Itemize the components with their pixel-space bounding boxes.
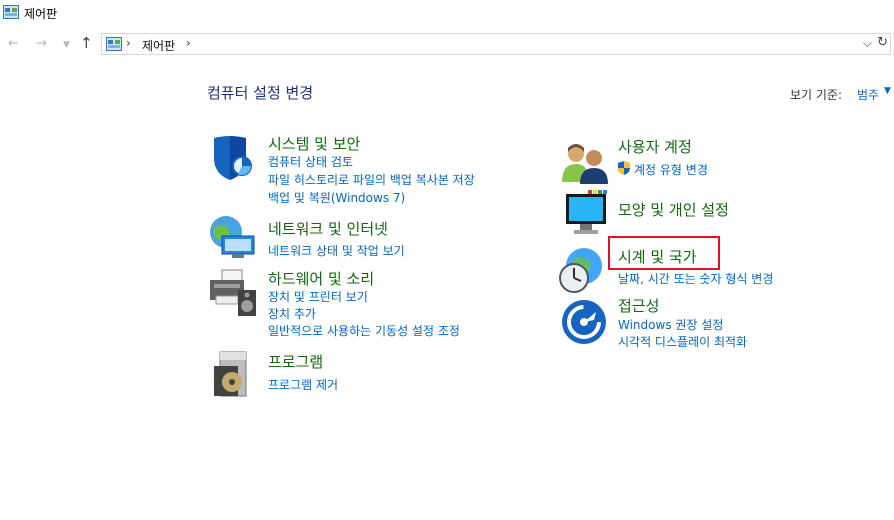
breadcrumb-item[interactable]: 제어판 [142, 37, 175, 54]
clock-globe-icon[interactable] [556, 246, 606, 296]
forward-arrow-icon[interactable]: → [36, 36, 47, 51]
link-file-history-backup[interactable]: 파일 히스토리로 파일의 백업 복사본 저장 [268, 171, 475, 188]
link-network-status[interactable]: 네트워크 상태 및 작업 보기 [268, 242, 405, 259]
view-by-dropdown[interactable]: 범주 [857, 86, 879, 103]
link-add-device[interactable]: 장치 추가 [268, 305, 316, 322]
link-mobility-settings[interactable]: 일반적으로 사용하는 기동성 설정 조정 [268, 322, 460, 339]
category-hardware-sound[interactable]: 하드웨어 및 소리 [268, 268, 374, 289]
control-panel-icon [106, 37, 122, 51]
programs-disc-icon[interactable] [208, 350, 258, 400]
link-devices-printers[interactable]: 장치 및 프린터 보기 [268, 288, 368, 305]
network-globe-icon[interactable] [208, 212, 258, 262]
navigation-bar: ← → ▼ ↑ › 제어판 › ⌵ ↻ [0, 30, 894, 58]
link-date-time-format[interactable]: 날짜, 시간 또는 숫자 형식 변경 [618, 270, 773, 287]
link-uninstall-program[interactable]: 프로그램 제거 [268, 376, 338, 393]
up-arrow-icon[interactable]: ↑ [80, 34, 93, 52]
back-arrow-icon[interactable]: ← [8, 36, 19, 51]
user-accounts-icon[interactable] [560, 138, 610, 188]
category-user-accounts[interactable]: 사용자 계정 [618, 136, 692, 157]
uac-shield-icon [618, 161, 630, 175]
breadcrumb-separator[interactable]: › [126, 36, 131, 50]
category-programs[interactable]: 프로그램 [268, 351, 323, 372]
breadcrumb-separator[interactable]: › [186, 36, 191, 50]
link-optimize-display[interactable]: 시각적 디스플레이 최적화 [618, 333, 747, 350]
page-title: 컴퓨터 설정 변경 [207, 84, 314, 102]
category-system-security[interactable]: 시스템 및 보안 [268, 133, 360, 154]
security-shield-icon[interactable] [208, 132, 258, 182]
ease-of-access-icon[interactable] [560, 298, 610, 348]
highlight-box [608, 236, 720, 270]
link-backup-restore[interactable]: 백업 및 복원(Windows 7) [268, 189, 405, 206]
view-by-label: 보기 기준: [790, 88, 843, 102]
chevron-down-icon[interactable]: ▼ [63, 40, 70, 50]
category-network-internet[interactable]: 네트워크 및 인터넷 [268, 218, 388, 239]
link-change-account-type[interactable]: 계정 유형 변경 [634, 161, 708, 178]
address-dropdown-icon[interactable]: ⌵ [863, 36, 872, 51]
category-ease-of-access[interactable]: 접근성 [618, 295, 659, 316]
window-titlebar: 제어판 [0, 0, 894, 28]
control-panel-icon [3, 5, 19, 19]
refresh-icon[interactable]: ↻ [877, 35, 888, 50]
link-recommended-settings[interactable]: Windows 권장 설정 [618, 316, 723, 333]
category-appearance[interactable]: 모양 및 개인 설정 [618, 199, 729, 220]
link-review-computer-status[interactable]: 컴퓨터 상태 검토 [268, 153, 353, 170]
window-title: 제어판 [24, 7, 58, 21]
caret-down-icon[interactable]: ▼ [884, 86, 891, 96]
printer-speaker-icon[interactable] [208, 268, 258, 318]
address-bar[interactable]: › 제어판 › ⌵ ↻ [101, 33, 891, 55]
appearance-monitor-icon[interactable] [560, 188, 610, 238]
